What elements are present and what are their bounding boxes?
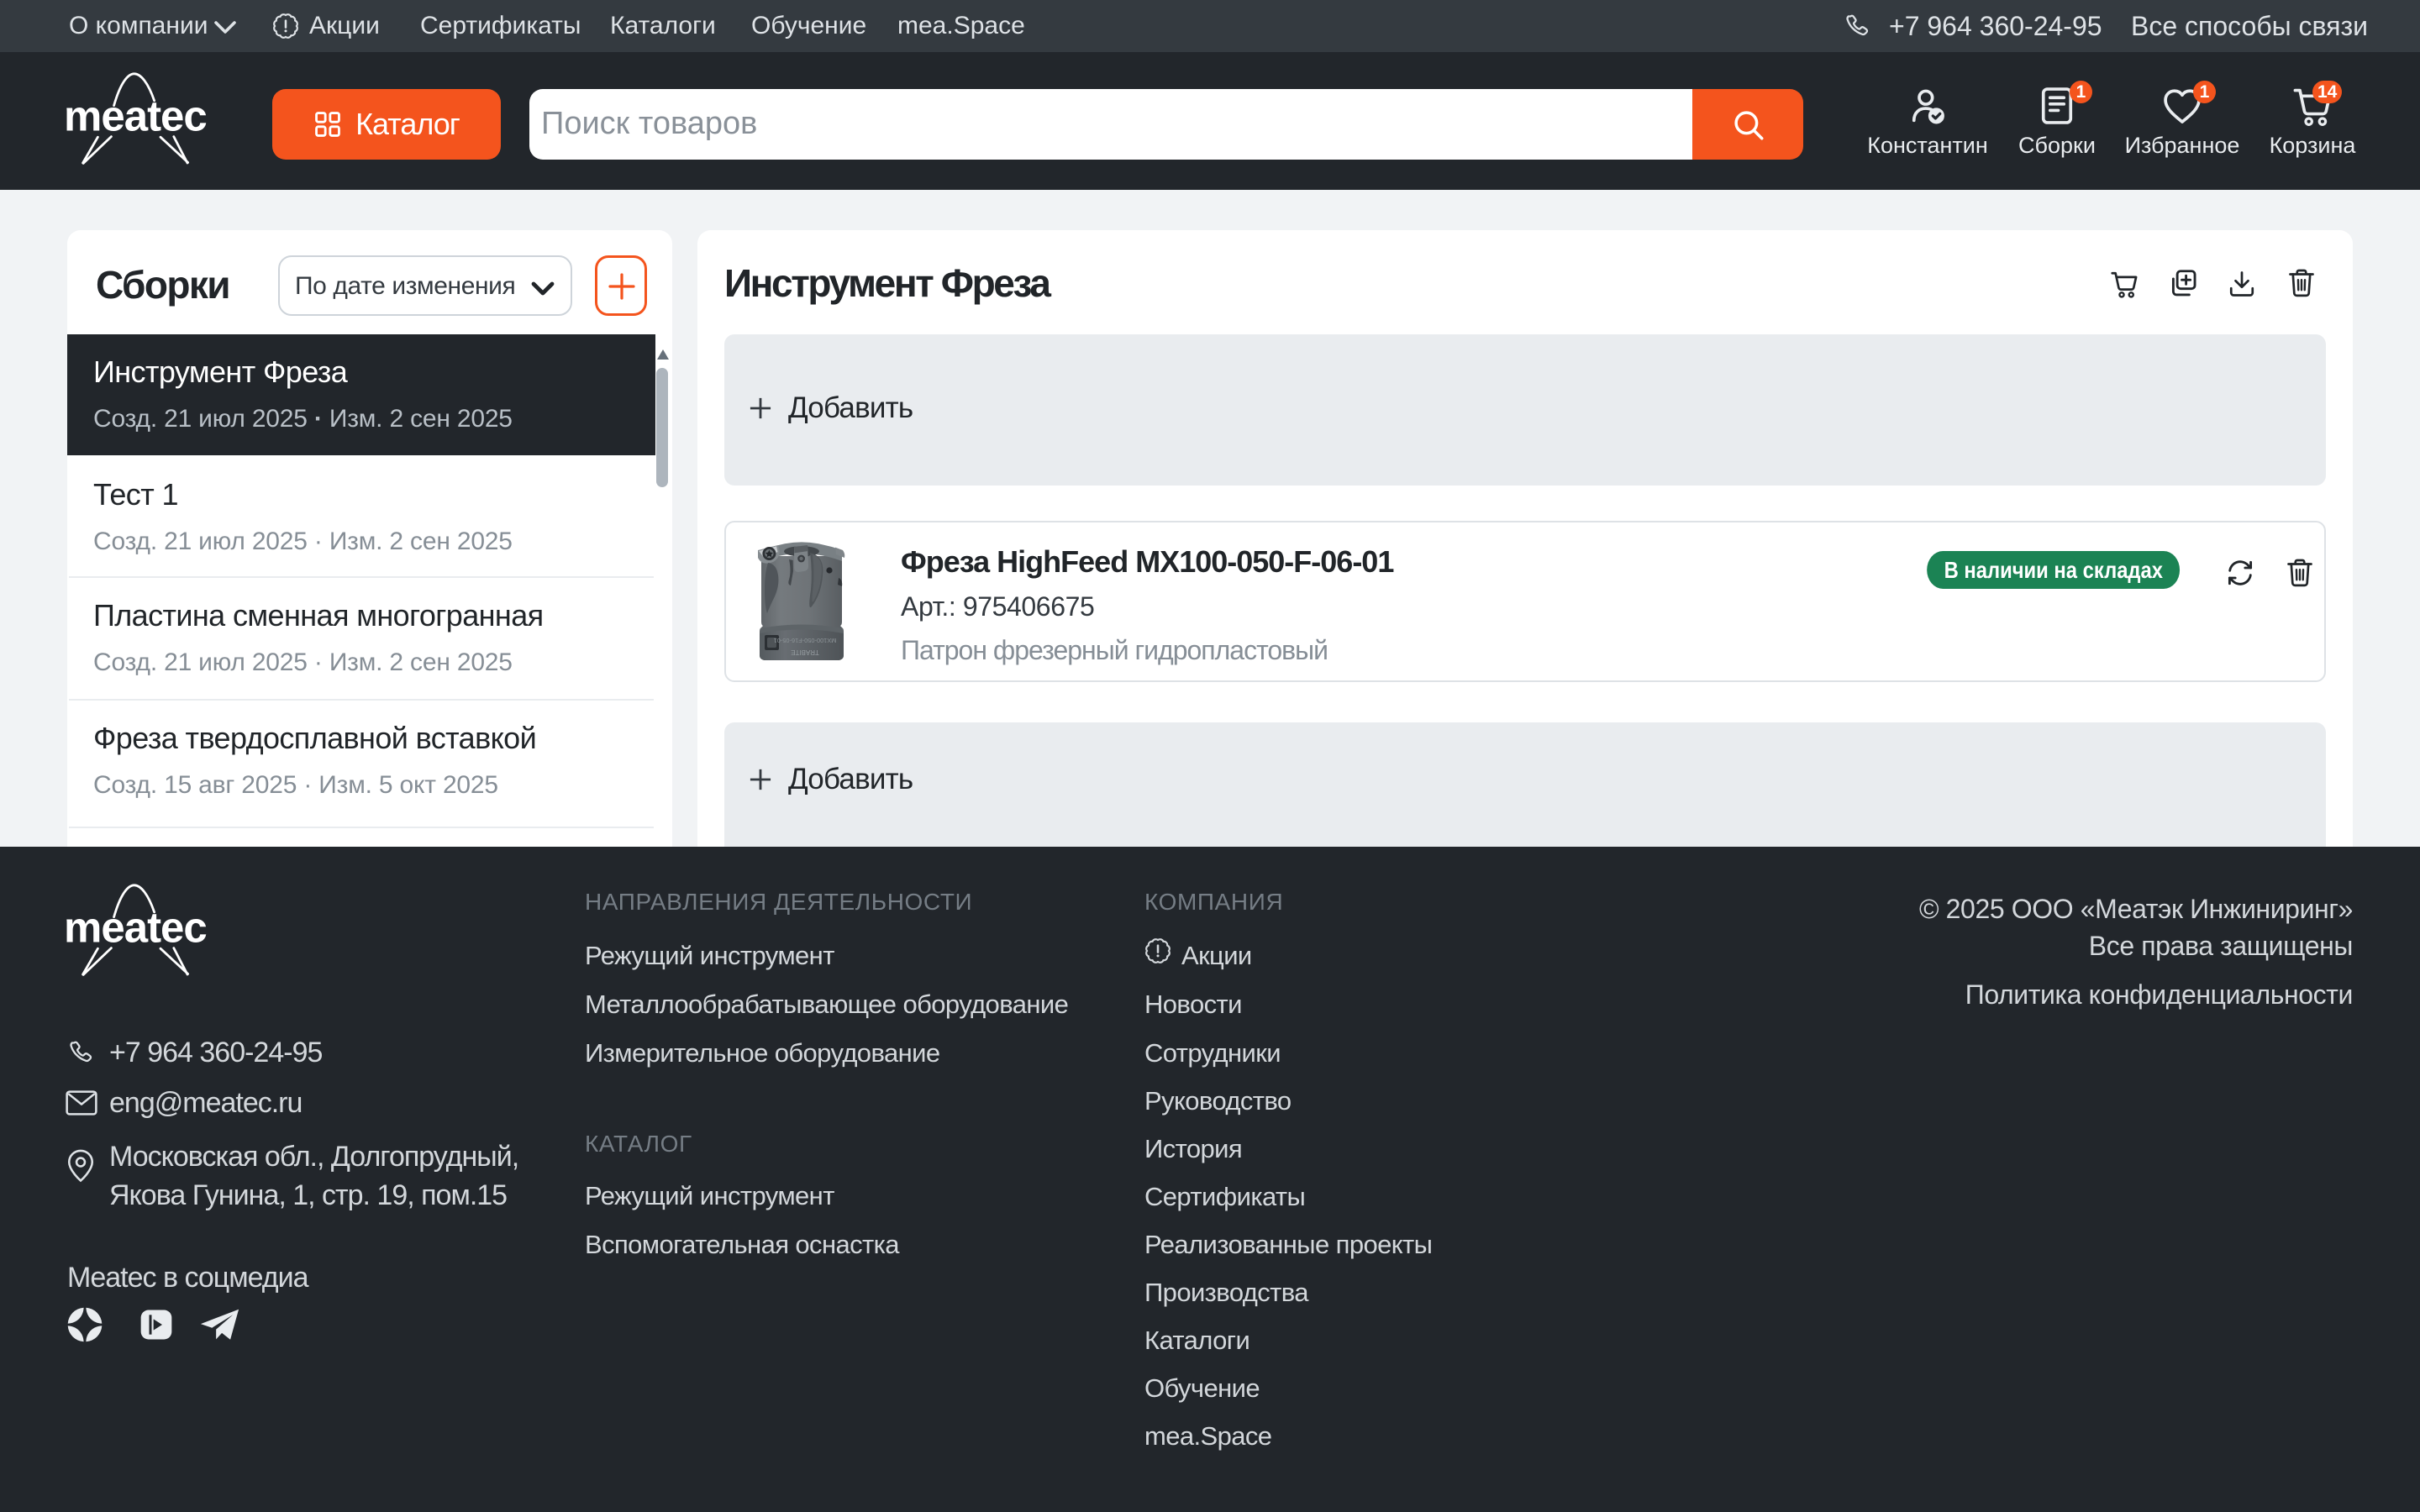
svg-text:MX100-050-F16-05-01: MX100-050-F16-05-01 (774, 637, 837, 644)
svg-text:TRABITE: TRABITE (791, 648, 819, 656)
svg-text:meatec: meatec (64, 92, 207, 139)
svg-text:meatec: meatec (64, 903, 207, 951)
